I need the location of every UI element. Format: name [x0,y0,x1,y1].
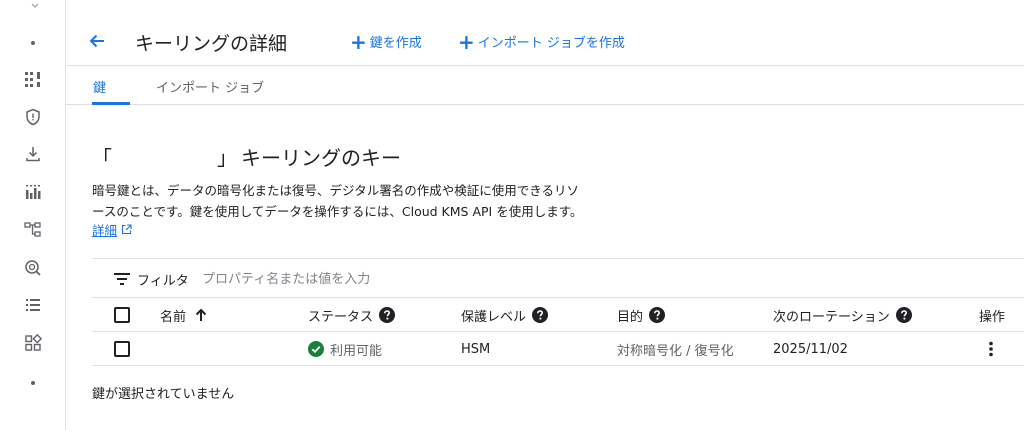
more-vert-icon[interactable] [982,340,1000,358]
column-purpose-label: 目的 [617,309,644,325]
select-all-cell [114,298,130,332]
security-scan-icon[interactable] [22,257,44,279]
rail-dot-bottom[interactable] [22,372,44,394]
widgets-icon[interactable] [22,332,44,354]
check-circle-icon [308,341,324,357]
column-header-status[interactable]: ステータス [308,298,396,332]
back-arrow-icon[interactable] [86,30,108,52]
section-description: 暗号鍵とは、データの暗号化または復号、デジタル署名の作成や検証に使用できるリソ … [92,180,652,222]
description-line-1: 暗号鍵とは、データの暗号化または復号、デジタル署名の作成や検証に使用できるリソ [92,183,580,198]
tab-bar: 鍵 インポート ジョブ [66,66,1024,105]
row-actions-cell [982,332,1000,366]
list-icon[interactable] [22,294,44,316]
column-header-purpose[interactable]: 目的 [617,298,666,332]
table-header-row: 名前 ステータス 保護レベル 目的 次のローテーション 操作 [92,298,1024,332]
left-nav-rail [0,0,66,430]
help-icon[interactable] [649,307,666,323]
filter-label: フィルタ [137,274,189,289]
filter-input[interactable] [202,267,602,291]
hierarchy-icon[interactable] [22,219,44,241]
purpose-cell: 対称暗号化 / 復号化 [617,343,734,359]
protection-level-cell: HSM [461,341,491,357]
learn-more-link[interactable]: 詳細 [92,220,132,239]
column-header-actions: 操作 [979,309,1006,325]
select-all-checkbox[interactable] [114,307,130,323]
selection-status: 鍵が選択されていません [92,387,235,402]
shield-icon[interactable] [22,106,44,128]
rail-dot-top[interactable] [22,32,44,54]
create-import-job-label: インポート ジョブを作成 [477,36,625,51]
download-icon[interactable] [22,143,44,165]
plus-icon: + [350,29,367,54]
column-protection-label: 保護レベル [461,309,527,325]
column-next-rotation-label: 次のローテーション [773,309,890,325]
status-text: 利用可能 [330,343,383,359]
column-status-label: ステータス [308,309,374,325]
row-select-cell [114,332,130,366]
tab-import-jobs[interactable]: インポート ジョブ [156,77,264,96]
dashboard-grid-icon[interactable] [22,69,44,91]
column-header-protection[interactable]: 保護レベル [461,298,549,332]
description-line-2: ースのことです。鍵を使用してデータを操作するには、Cloud KMS API を… [92,204,583,219]
learn-more-label: 詳細 [92,223,118,238]
next-rotation-cell: 2025/11/02 [773,341,848,357]
column-header-next-rotation[interactable]: 次のローテーション [773,298,912,332]
table-row[interactable]: 利用可能 HSM 対称暗号化 / 復号化 2025/11/02 [92,332,1024,366]
page-header: キーリングの詳細 + 鍵を作成 + インポート ジョブを作成 [66,18,1024,66]
help-icon[interactable] [895,307,912,323]
help-icon[interactable] [532,307,549,323]
create-key-label: 鍵を作成 [369,36,422,51]
row-checkbox[interactable] [114,341,130,357]
filter-icon[interactable] [114,272,130,286]
sort-up-icon [195,308,207,321]
bar-chart-icon[interactable] [22,181,44,203]
filter-bar: フィルタ [92,258,1024,298]
column-header-name[interactable]: 名前 [160,298,208,332]
status-cell: 利用可能 [308,332,382,366]
collapse-caret-icon[interactable] [30,0,40,8]
column-name-label: 名前 [160,309,187,325]
title-quote-open: 「 [92,146,112,170]
create-key-button[interactable]: + 鍵を作成 [350,29,422,54]
open-in-new-icon [121,224,132,235]
keys-table: 名前 ステータス 保護レベル 目的 次のローテーション 操作 利用可能 HSM … [92,298,1024,366]
active-tab-indicator [92,102,130,105]
help-icon[interactable] [379,307,396,323]
create-import-job-button[interactable]: + インポート ジョブを作成 [458,29,625,54]
page-title: キーリングの詳細 [135,33,288,55]
tab-keys[interactable]: 鍵 [93,77,106,96]
plus-icon: + [458,29,475,54]
title-text: キーリングのキー [241,146,401,170]
title-quote-close: 」 [217,146,237,170]
